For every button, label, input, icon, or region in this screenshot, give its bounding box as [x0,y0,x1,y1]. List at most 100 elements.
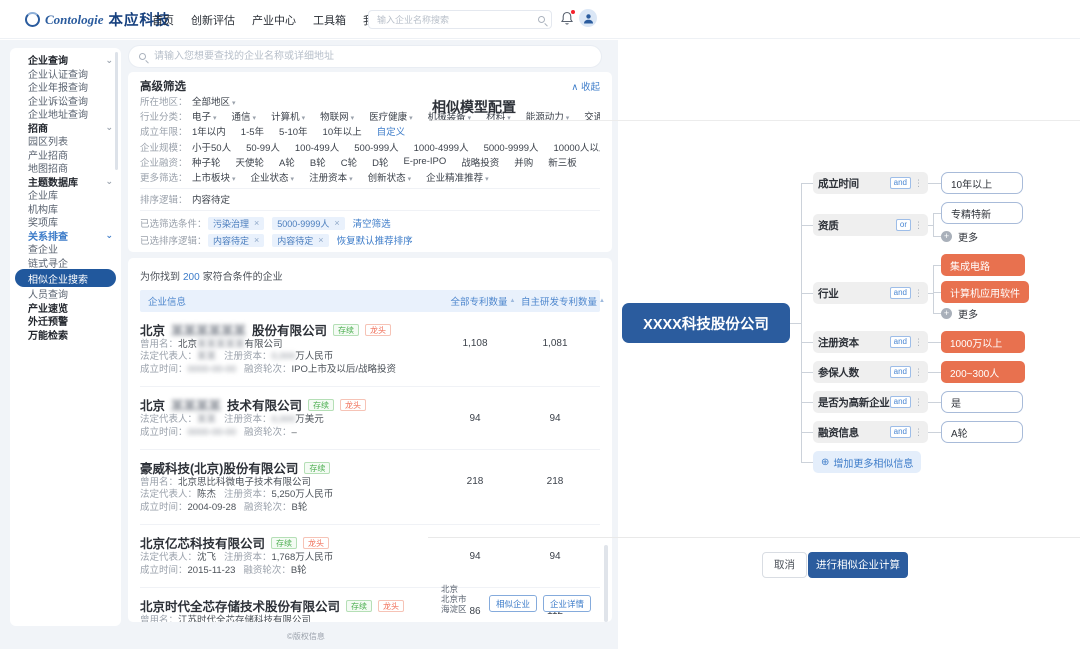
nav-item[interactable]: 创新评估 [191,12,235,28]
tree-leaf-value[interactable]: 是 [941,391,1023,413]
tree-branch-and[interactable]: 参保人数and⋮ [813,361,928,383]
sidebar-item[interactable]: 招商⌄ [10,121,121,135]
branch-menu-icon[interactable]: ⋮ [914,367,923,378]
tree-leaf-value[interactable]: A轮 [941,421,1023,443]
add-more-leaf[interactable]: +更多 [941,229,978,243]
filter-option[interactable]: 企业状态▾ [251,170,295,184]
tree-branch-and[interactable]: 是否为高新企业and⋮ [813,391,928,413]
filter-option[interactable]: 全部地区▾ [192,94,236,108]
branch-operator-tag[interactable]: and [890,336,911,348]
remove-chip-icon[interactable]: × [254,218,259,228]
tree-branch-and[interactable]: 融资信息and⋮ [813,421,928,443]
filter-option[interactable]: 5-10年 [279,124,308,138]
filter-option[interactable]: 1-5年 [241,124,264,138]
filter-option[interactable]: 新三板 [548,155,577,169]
tree-branch-or[interactable]: 资质or⋮ [813,214,928,236]
filter-option[interactable]: 并购 [514,155,533,169]
branch-menu-icon[interactable]: ⋮ [914,397,923,408]
company-row[interactable]: 北京亿芯科技有限公司存续龙头法定代表人：沈飞 注册资本：1,768万人民币成立时… [140,525,600,588]
add-similar-info-button[interactable]: ⊕增加更多相似信息 [813,451,921,473]
filter-option[interactable]: E-pre-IPO [403,156,446,167]
filter-option[interactable]: 种子轮 [192,155,221,169]
tree-branch-and[interactable]: 成立时间and⋮ [813,172,928,194]
filter-option[interactable]: C轮 [341,155,357,169]
sidebar-item[interactable]: 园区列表 [10,134,121,148]
tree-leaf-value[interactable]: 计算机应用软件 [941,281,1029,303]
selected-chip[interactable]: 内容待定× [208,234,264,247]
sidebar-item[interactable]: 奖项库 [10,215,121,229]
tree-leaf-value[interactable]: 集成电路 [941,254,1025,276]
nav-item[interactable]: 工具箱 [313,12,346,28]
filter-option[interactable]: 战略投资 [461,155,499,169]
sidebar-item[interactable]: 企业地址查询 [10,107,121,121]
filter-option[interactable]: 5000-9999人 [484,140,539,154]
tree-branch-and[interactable]: 注册资本and⋮ [813,331,928,353]
filter-option[interactable]: 注册资本▾ [309,170,353,184]
filter-option[interactable]: 上市板块▾ [192,170,236,184]
company-name[interactable]: 北京某某某某技术有限公司存续龙头 [140,395,440,414]
collapse-link[interactable]: ∧ 收起 [571,79,600,93]
sidebar-item[interactable]: 关系排查⌄ [10,229,121,243]
company-row[interactable]: 北京某某某某某某股份有限公司存续龙头曾用名：北京某某某某某有限公司法定代表人：某… [140,312,600,387]
sidebar-scrollbar[interactable] [115,52,118,170]
filter-option[interactable]: 物联网▾ [320,109,354,123]
sidebar-item[interactable]: 万能检索 [10,328,121,342]
sidebar-item[interactable]: 人员查询 [10,287,121,301]
sidebar-item[interactable]: 主题数据库⌄ [10,175,121,189]
filter-option[interactable]: 10000人以上 [554,140,600,154]
user-avatar[interactable] [579,9,597,27]
branch-operator-tag[interactable]: or [896,219,911,231]
filter-option[interactable]: 医疗健康▾ [369,109,413,123]
filter-option[interactable]: 100-499人 [295,140,339,154]
filter-option[interactable]: 企业精准推荐▾ [426,170,489,184]
filter-option[interactable]: 计算机▾ [271,109,305,123]
company-detail-button[interactable]: 企业详情 [543,595,591,612]
filter-option[interactable]: D轮 [372,155,388,169]
header-search[interactable] [368,10,552,29]
company-search-bar[interactable] [128,45,602,68]
tree-leaf-value[interactable]: 专精特新 [941,202,1023,224]
clear-filters-link[interactable]: 清空筛选 [353,216,391,230]
sidebar-item[interactable]: 企业诉讼查询 [10,94,121,108]
sidebar-item-selected[interactable]: 相似企业搜索 [15,269,116,287]
sidebar-item[interactable]: 外迁预警 [10,314,121,328]
company-name[interactable]: 北京亿芯科技有限公司存续龙头 [140,533,440,552]
sidebar-item[interactable]: 产业招商 [10,148,121,162]
notification-bell-icon[interactable] [560,11,574,26]
tree-branch-and[interactable]: 行业and⋮ [813,282,928,304]
sidebar-item[interactable]: 产业速览 [10,301,121,315]
column-patents-own[interactable]: 自主研发专利数量▲ [521,294,605,308]
selected-chip[interactable]: 5000-9999人× [272,217,344,230]
sidebar-item[interactable]: 地图招商 [10,161,121,175]
filter-option[interactable]: 电子▾ [192,109,217,123]
sidebar-item[interactable]: 链式寻企 [10,256,121,270]
company-row[interactable]: 豪威科技(北京)股份有限公司存续曾用名：北京思比科微电子技术有限公司法定代表人：… [140,450,600,525]
results-scrollbar[interactable] [604,545,608,622]
branch-menu-icon[interactable]: ⋮ [914,337,923,348]
company-name[interactable]: 豪威科技(北京)股份有限公司存续 [140,458,440,477]
filter-option[interactable]: 通信▾ [232,109,257,123]
selected-chip[interactable]: 污染治理× [208,217,264,230]
model-root-node[interactable]: XXXX科技股份公司 [622,303,790,343]
filter-option[interactable]: 10年以上 [323,124,362,138]
remove-chip-icon[interactable]: × [254,235,259,245]
nav-item[interactable]: 产业中心 [252,12,296,28]
filter-option[interactable]: 自定义 [377,124,406,138]
branch-operator-tag[interactable]: and [890,287,911,299]
search-icon[interactable] [538,16,545,23]
run-similarity-button[interactable]: 进行相似企业计算 [808,552,908,578]
restore-sort-link[interactable]: 恢复默认推荐排序 [337,233,413,247]
header-search-input[interactable] [375,14,538,26]
branch-operator-tag[interactable]: and [890,177,911,189]
filter-option[interactable]: 小于50人 [192,140,231,154]
filter-option[interactable]: 创新状态▾ [368,170,412,184]
company-name[interactable]: 北京时代全芯存储技术股份有限公司存续龙头 [140,596,440,615]
sidebar-item[interactable]: 查企业 [10,242,121,256]
tree-leaf-value[interactable]: 1000万以上 [941,331,1025,353]
similar-company-button[interactable]: 相似企业 [489,595,537,612]
cancel-button[interactable]: 取消 [762,552,807,578]
remove-chip-icon[interactable]: × [334,218,339,228]
filter-option[interactable]: 50-99人 [246,140,280,154]
filter-option[interactable]: A轮 [279,155,295,169]
sidebar-item[interactable]: 企业查询⌄ [10,53,121,67]
